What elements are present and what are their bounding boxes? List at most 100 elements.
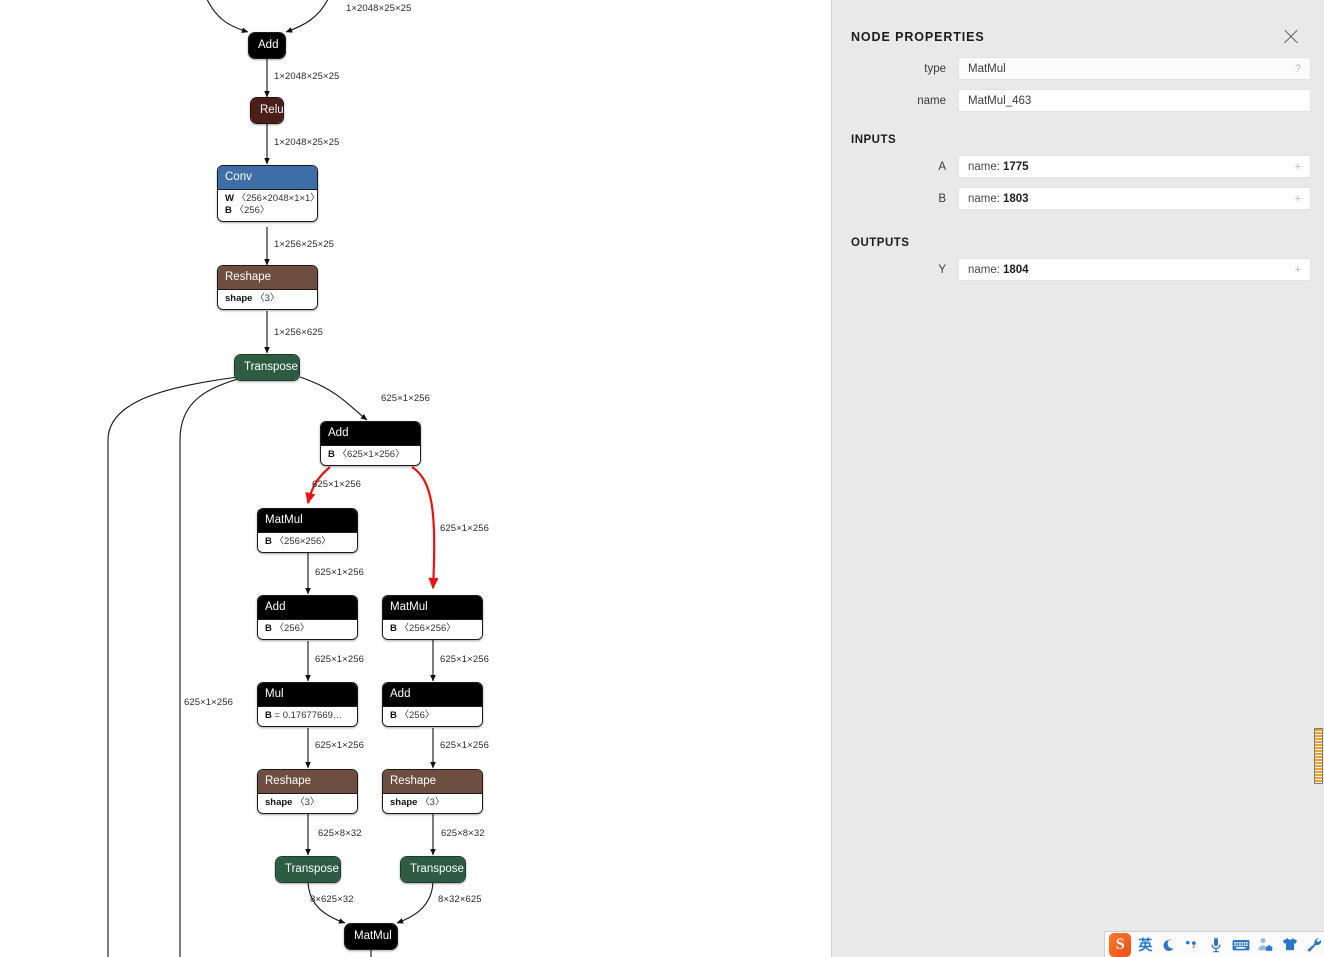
graph-node-relu[interactable]: Relu bbox=[250, 97, 284, 124]
attr-key: W bbox=[225, 193, 234, 204]
graph-node-reshape-left[interactable]: Reshape shape 〈3〉 bbox=[257, 769, 358, 814]
attr-key: B bbox=[265, 623, 272, 634]
node-type-label: Relu bbox=[251, 98, 283, 123]
node-type-label: Reshape bbox=[218, 266, 317, 289]
attr-value: 〈256〉 bbox=[274, 623, 310, 634]
name-value: MatMul_463 bbox=[968, 94, 1032, 107]
microphone-icon[interactable] bbox=[1206, 934, 1226, 955]
attr-value: 〈3〉 bbox=[255, 293, 280, 304]
node-type-label: Reshape bbox=[383, 770, 482, 793]
node-attributes: B 〈256〉 bbox=[258, 619, 357, 639]
edge-label: 625×1×256 bbox=[315, 654, 364, 665]
keyboard-icon[interactable] bbox=[1231, 934, 1251, 955]
graph-node-transpose-left[interactable]: Transpose bbox=[275, 856, 341, 883]
graph-node-add-right[interactable]: Add B 〈256〉 bbox=[382, 682, 483, 727]
graph-node-add-top[interactable]: Add bbox=[248, 32, 286, 59]
node-attr-shape: shape 〈3〉 bbox=[265, 797, 350, 809]
type-value: MatMul bbox=[968, 62, 1006, 75]
edge-label: 1×2048×25×25 bbox=[346, 3, 412, 14]
node-type-label: Add bbox=[249, 33, 285, 58]
panel-title: NODE PROPERTIES bbox=[851, 30, 985, 44]
toolbox-icon[interactable] bbox=[1255, 934, 1275, 955]
input-name-prefix: name: bbox=[968, 192, 1000, 205]
graph-node-matmul-left[interactable]: MatMul B 〈256×256〉 bbox=[257, 508, 358, 553]
node-type-label: Add bbox=[383, 683, 482, 706]
node-attr-b: B 〈256×256〉 bbox=[265, 536, 350, 548]
edge-label: 8×625×32 bbox=[310, 894, 354, 905]
output-y-field[interactable]: name: 1804 + bbox=[958, 258, 1311, 281]
input-row-b: B name: 1803 + bbox=[832, 187, 1324, 210]
edge-label: 625×1×256 bbox=[381, 393, 430, 404]
punctuation-icon[interactable] bbox=[1182, 934, 1202, 955]
edge-label: 1×2048×25×25 bbox=[274, 71, 340, 82]
output-name-value: 1804 bbox=[1002, 263, 1029, 276]
name-field[interactable]: MatMul_463 bbox=[958, 89, 1311, 112]
node-type-label: Transpose bbox=[235, 355, 299, 380]
graph-node-transpose-right[interactable]: Transpose bbox=[400, 856, 466, 883]
node-attributes: B 〈256〉 bbox=[383, 706, 482, 726]
node-attributes: shape 〈3〉 bbox=[218, 289, 317, 309]
panel-scrollbar-thumb[interactable] bbox=[1314, 728, 1323, 784]
node-type-label: Mul bbox=[258, 683, 357, 706]
attr-value: 〈3〉 bbox=[420, 797, 445, 808]
node-attributes: shape 〈3〉 bbox=[383, 793, 482, 813]
edge-label: 625×1×256 bbox=[184, 697, 233, 708]
attr-key: B bbox=[225, 205, 232, 216]
attr-key: B bbox=[265, 710, 272, 721]
help-icon[interactable]: ? bbox=[1295, 63, 1301, 75]
attr-value: 〈256×2048×1×1〉 bbox=[236, 193, 318, 204]
input-name-prefix: name: bbox=[968, 160, 1000, 173]
input-label: B bbox=[938, 192, 946, 205]
node-attr-b: B 〈256〉 bbox=[390, 710, 475, 722]
property-label: name bbox=[917, 94, 946, 107]
node-type-label: Add bbox=[321, 422, 420, 445]
graph-node-reshape-right[interactable]: Reshape shape 〈3〉 bbox=[382, 769, 483, 814]
expand-icon[interactable]: + bbox=[1295, 264, 1301, 276]
input-b-field[interactable]: name: 1803 + bbox=[958, 187, 1311, 210]
graph-node-add-2[interactable]: Add B 〈625×1×256〉 bbox=[320, 421, 421, 466]
property-row-type: type MatMul ? bbox=[832, 57, 1324, 80]
expand-icon[interactable]: + bbox=[1295, 193, 1301, 205]
graph-node-reshape-1[interactable]: Reshape shape 〈3〉 bbox=[217, 265, 318, 310]
edge-label: 625×1×256 bbox=[440, 523, 489, 534]
attr-key: B bbox=[390, 710, 397, 721]
moon-icon[interactable] bbox=[1157, 934, 1177, 955]
attr-value: 〈625×1×256〉 bbox=[337, 449, 405, 460]
graph-node-transpose-1[interactable]: Transpose bbox=[234, 354, 300, 381]
input-a-field[interactable]: name: 1775 + bbox=[958, 155, 1311, 178]
graph-node-add-left[interactable]: Add B 〈256〉 bbox=[257, 595, 358, 640]
language-mode-icon[interactable]: 英 bbox=[1138, 935, 1152, 955]
graph-node-conv[interactable]: Conv W 〈256×2048×1×1〉 B 〈256〉 bbox=[217, 165, 318, 222]
expand-icon[interactable]: + bbox=[1295, 161, 1301, 173]
node-attributes: shape 〈3〉 bbox=[258, 793, 357, 813]
graph-node-mul-left[interactable]: Mul B = 0.17677669… bbox=[257, 682, 358, 727]
panel-header: NODE PROPERTIES bbox=[832, 0, 1324, 48]
property-row-name: name MatMul_463 bbox=[832, 89, 1324, 112]
edge-label: 1×256×25×25 bbox=[274, 239, 335, 250]
inputs-section-title: INPUTS bbox=[851, 134, 897, 146]
node-type-label: Conv bbox=[218, 166, 317, 189]
sogou-logo-icon[interactable]: S bbox=[1109, 932, 1132, 957]
node-type-label: MatMul bbox=[383, 596, 482, 619]
attr-key: shape bbox=[265, 797, 293, 808]
graph-node-matmul-bottom[interactable]: MatMul bbox=[344, 923, 398, 950]
edge-label: 1×256×625 bbox=[274, 327, 323, 338]
node-type-label: Transpose bbox=[276, 857, 340, 882]
node-properties-panel: NODE PROPERTIES type MatMul ? name MatMu… bbox=[831, 0, 1324, 957]
attr-key: B bbox=[265, 536, 272, 547]
graph-canvas[interactable]: Add Relu Conv W 〈256×2048×1×1〉 B 〈256〉 R… bbox=[0, 0, 831, 957]
close-icon[interactable] bbox=[1280, 26, 1302, 48]
node-attributes: B = 0.17677669… bbox=[258, 706, 357, 726]
skin-icon[interactable] bbox=[1280, 934, 1300, 955]
node-attr-b: B 〈256×256〉 bbox=[390, 623, 475, 635]
ime-toolbar: S 英 bbox=[1104, 931, 1324, 957]
property-label: type bbox=[924, 62, 946, 75]
settings-wrench-icon[interactable] bbox=[1305, 934, 1324, 955]
graph-node-matmul-right[interactable]: MatMul B 〈256×256〉 bbox=[382, 595, 483, 640]
edge-label: 625×8×32 bbox=[318, 828, 362, 839]
edge-label: 625×1×256 bbox=[440, 740, 489, 751]
attr-value: 〈256×256〉 bbox=[274, 536, 331, 547]
node-type-label: Transpose bbox=[401, 857, 465, 882]
input-label: A bbox=[938, 160, 946, 173]
type-field[interactable]: MatMul ? bbox=[958, 57, 1311, 80]
